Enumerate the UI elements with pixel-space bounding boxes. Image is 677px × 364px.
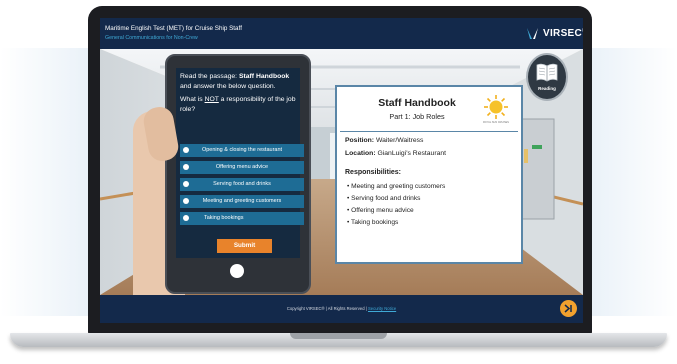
- app-screen: Maritime English Test (MET) for Cruise S…: [100, 18, 583, 323]
- question-text: Read the passage: Staff Handbook and ans…: [180, 73, 296, 113]
- submit-button[interactable]: Submit: [217, 239, 272, 253]
- responsibilities-heading: Responsibilities:: [345, 169, 402, 176]
- sun-caption: ROYAL SUN CRUISES: [483, 121, 509, 124]
- answer-option[interactable]: Serving food and drinks: [180, 178, 304, 191]
- footer: Copyright VIRSEC® | All Rights Reserved …: [100, 295, 583, 323]
- reading-label: Reading: [538, 86, 556, 91]
- tablet: Read the passage: Staff Handbook and ans…: [165, 54, 311, 294]
- logo-text: VIRSEC®: [543, 28, 583, 39]
- option-label: Opening & closing the restaurant: [201, 147, 283, 153]
- answer-option[interactable]: Meeting and greeting customers: [180, 195, 304, 208]
- answer-option[interactable]: Opening & closing the restaurant: [180, 144, 304, 157]
- background-right: [586, 48, 677, 316]
- handbook-divider: [340, 131, 518, 132]
- tablet-home-button: [230, 264, 244, 278]
- answer-option[interactable]: Taking bookings: [180, 212, 304, 225]
- location-field: Location: GianLuigi's Restaurant: [345, 150, 447, 157]
- staff-handbook-panel: Staff Handbook Part 1: Job Roles ROYAL S…: [335, 85, 523, 264]
- next-button[interactable]: [560, 300, 577, 317]
- virsec-logo-icon: [527, 28, 538, 39]
- option-label: Meeting and greeting customers: [202, 198, 282, 204]
- responsibility-item: • Serving food and drinks: [347, 195, 421, 202]
- option-label: Offering menu advice: [215, 164, 269, 170]
- sun-icon: [484, 95, 508, 119]
- ship-corridor-scene: Read the passage: Staff Handbook and ans…: [100, 49, 583, 295]
- radio-button[interactable]: [183, 215, 189, 221]
- background-left: [0, 48, 94, 316]
- copyright-text: Copyright VIRSEC® | All Rights Reserved …: [286, 306, 397, 311]
- security-notice-link[interactable]: Security Notice: [368, 306, 396, 311]
- option-label: Taking bookings: [204, 215, 244, 221]
- answer-option[interactable]: Offering menu advice: [180, 161, 304, 174]
- responsibility-item: • Meeting and greeting customers: [347, 183, 446, 190]
- responsibility-item: • Offering menu advice: [347, 207, 414, 214]
- handbook-subtitle: Part 1: Job Roles: [389, 112, 445, 121]
- app-title: Maritime English Test (MET) for Cruise S…: [105, 25, 242, 32]
- tablet-screen: Read the passage: Staff Handbook and ans…: [176, 68, 304, 258]
- next-arrow-icon: [564, 304, 572, 313]
- responsibility-item: • Taking bookings: [347, 219, 399, 226]
- app-subtitle: General Communications for Non-Crew: [105, 35, 198, 41]
- laptop-notch: [290, 333, 387, 339]
- title-bar: Maritime English Test (MET) for Cruise S…: [100, 18, 583, 49]
- position-field: Position: Waiter/Waitress: [345, 137, 424, 144]
- option-label: Serving food and drinks: [213, 181, 271, 187]
- book-icon: [536, 63, 558, 82]
- reading-button[interactable]: Reading: [526, 53, 568, 101]
- handbook-title: Staff Handbook: [378, 97, 456, 109]
